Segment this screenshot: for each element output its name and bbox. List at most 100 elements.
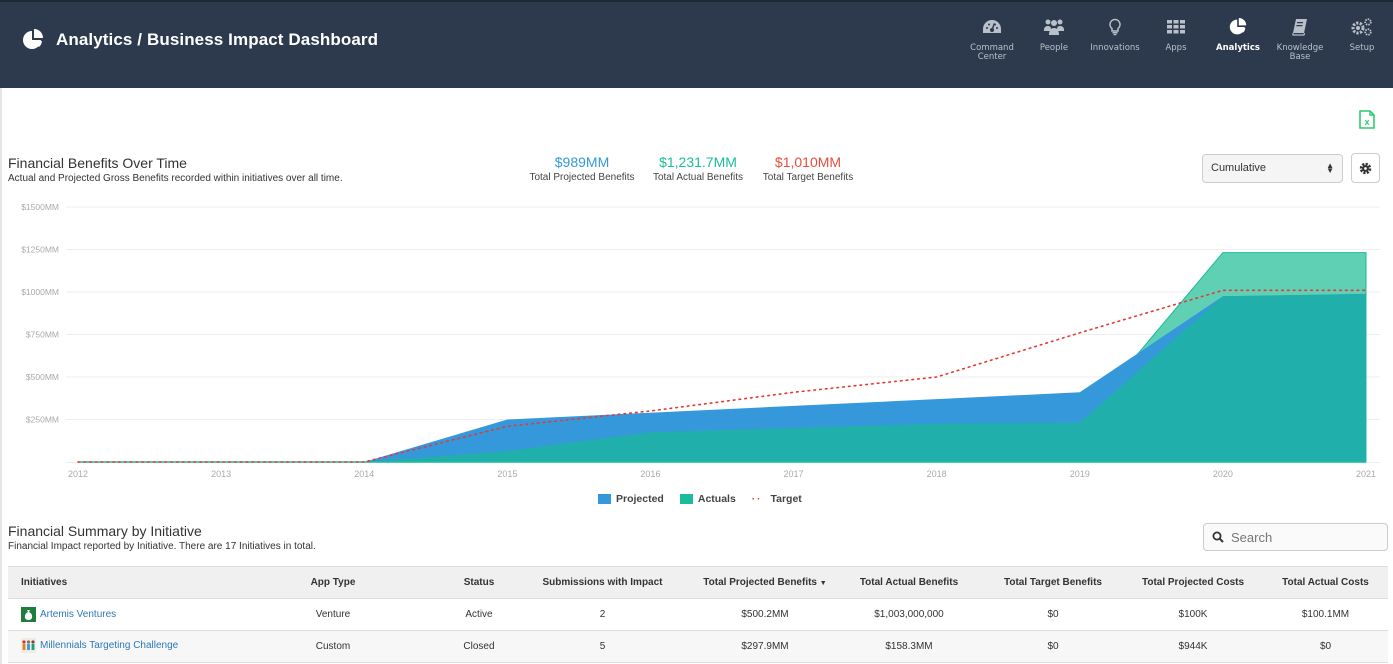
top-navigation-bar: Analytics / Business Impact Dashboard Co… [0, 0, 1393, 88]
cell-actual-benefits: $158.3MM [835, 630, 983, 663]
main-nav: Command Center People Innovations Apps A… [961, 16, 1393, 64]
gears-icon [1351, 16, 1373, 38]
y-tick-label: $500MM [26, 372, 59, 382]
nav-people[interactable]: People [1023, 16, 1085, 64]
y-tick-label: $250MM [26, 415, 59, 425]
nav-knowledge-base[interactable]: Knowledge Base [1269, 16, 1331, 64]
money-bag-icon [21, 606, 36, 622]
legend-item-projected[interactable]: Projected [598, 493, 664, 505]
nav-label: Analytics [1216, 43, 1260, 53]
summary-subtitle: Financial Impact reported by Initiative.… [8, 541, 316, 552]
legend-item-actuals[interactable]: Actuals [679, 493, 736, 505]
page-header: Analytics / Business Impact Dashboard [22, 29, 378, 51]
people-group-icon [1043, 16, 1065, 38]
cell-actual-costs: $0 [1263, 630, 1388, 663]
nav-analytics[interactable]: Analytics [1207, 16, 1269, 64]
column-header-app-type[interactable]: App Type [218, 566, 448, 599]
nav-label: Setup [1349, 43, 1375, 53]
kpi-actual: $1,231.7MM Total Actual Benefits [650, 154, 746, 183]
table-row: Millennials Targeting Challenge Custom C… [8, 630, 1388, 663]
kpi-projected: $989MM Total Projected Benefits [528, 154, 636, 183]
legend-swatch-actuals [679, 494, 693, 504]
cell-projected-benefits: $500.2MM [695, 598, 835, 631]
kpi-value: $1,231.7MM [659, 154, 737, 170]
legend-dotted-line-icon: ·· [751, 493, 763, 505]
nav-label: Apps [1165, 43, 1187, 53]
svg-text:x: x [1364, 117, 1369, 127]
cell-actual-costs: $100.1MM [1263, 598, 1388, 631]
nav-apps[interactable]: Apps [1145, 16, 1207, 64]
sort-desc-icon: ▼ [819, 580, 827, 587]
cell-projected-costs: $100K [1123, 598, 1263, 631]
nav-label: Knowledge Base [1276, 43, 1324, 62]
cell-actual-benefits: $1,003,000,000 [835, 598, 983, 631]
pie-chart-icon [23, 29, 43, 49]
cell-status: Closed [448, 630, 510, 663]
column-header-target-benefits[interactable]: Total Target Benefits [983, 566, 1123, 599]
search-icon [1212, 531, 1224, 543]
y-tick-label: $1000MM [21, 287, 59, 297]
gear-icon [1359, 162, 1372, 174]
benefits-subtitle: Actual and Projected Gross Benefits reco… [8, 173, 343, 184]
column-header-projected-costs[interactable]: Total Projected Costs [1123, 566, 1263, 599]
benefits-title: Financial Benefits Over Time [8, 155, 187, 171]
y-tick-label: $1500MM [21, 202, 59, 212]
cell-app-type: Venture [218, 598, 448, 631]
legend-label: Projected [616, 493, 664, 505]
nav-innovations[interactable]: Innovations [1085, 16, 1145, 64]
x-tick-label: 2020 [1213, 469, 1233, 479]
column-header-actual-costs[interactable]: Total Actual Costs [1263, 566, 1388, 599]
initiative-link[interactable]: Artemis Ventures [40, 609, 116, 620]
cell-initiative: Artemis Ventures [8, 598, 218, 631]
chart-settings-button[interactable] [1351, 153, 1380, 183]
initiative-link[interactable]: Millennials Targeting Challenge [40, 640, 178, 651]
column-header-status[interactable]: Status [448, 566, 510, 599]
cell-app-type: Custom [218, 630, 448, 663]
chart-legend: Projected Actuals ·· Target [598, 493, 818, 505]
table-header-row: Initiatives App Type Status Submissions … [8, 566, 1388, 599]
x-tick-label: 2016 [640, 469, 660, 479]
cell-projected-costs: $944K [1123, 630, 1263, 663]
dashboard-gauge-icon [981, 16, 1003, 38]
nav-label: People [1039, 43, 1069, 53]
legend-swatch-projected [598, 494, 611, 504]
select-value: Cumulative [1211, 162, 1267, 174]
apps-grid-icon [1165, 16, 1187, 38]
x-tick-label: 2019 [1070, 469, 1090, 479]
column-header-submissions[interactable]: Submissions with Impact [510, 566, 695, 599]
cell-status: Active [448, 598, 510, 631]
x-tick-label: 2013 [211, 469, 231, 479]
x-tick-label: 2018 [927, 469, 947, 479]
table-row: Artemis Ventures Venture Active 2 $500.2… [8, 598, 1388, 631]
search-input[interactable] [1231, 529, 1371, 545]
kpi-label: Total Projected Benefits [529, 172, 635, 183]
nav-label: Command Center [970, 43, 1014, 62]
kpi-label: Total Target Benefits [762, 172, 854, 183]
lightbulb-icon [1104, 16, 1126, 38]
cell-submissions: 2 [510, 598, 695, 631]
legend-label: Target [770, 493, 802, 505]
cell-projected-benefits: $297.9MM [695, 630, 835, 663]
search-box[interactable] [1203, 523, 1388, 551]
column-header-initiatives[interactable]: Initiatives [8, 566, 218, 599]
column-header-projected-benefits[interactable]: Total Projected Benefits ▼ [695, 566, 835, 599]
benefits-area-chart: $250MM$500MM$750MM$1000MM$1250MM$1500MM … [21, 202, 1380, 479]
column-header-label: Total Projected Benefits [703, 577, 817, 588]
column-header-actual-benefits[interactable]: Total Actual Benefits [835, 566, 983, 599]
nav-label: Innovations [1090, 43, 1140, 53]
excel-file-icon[interactable]: x [1359, 110, 1375, 129]
nav-setup[interactable]: Setup [1331, 16, 1393, 64]
legend-item-target[interactable]: ·· Target [752, 493, 802, 505]
kpi-value: $989MM [554, 154, 610, 170]
y-tick-label: $1250MM [21, 245, 59, 255]
cell-initiative: Millennials Targeting Challenge [8, 630, 218, 663]
cell-target-benefits: $0 [983, 598, 1123, 631]
x-tick-label: 2012 [68, 469, 88, 479]
cell-submissions: 5 [510, 630, 695, 663]
book-icon [1289, 16, 1311, 38]
nav-command-center[interactable]: Command Center [961, 16, 1023, 64]
aggregation-mode-select[interactable]: Cumulative ▲ ▼ [1202, 154, 1343, 183]
select-arrows-icon: ▲ ▼ [1326, 161, 1334, 175]
x-tick-label: 2014 [354, 469, 374, 479]
x-tick-label: 2017 [784, 469, 804, 479]
